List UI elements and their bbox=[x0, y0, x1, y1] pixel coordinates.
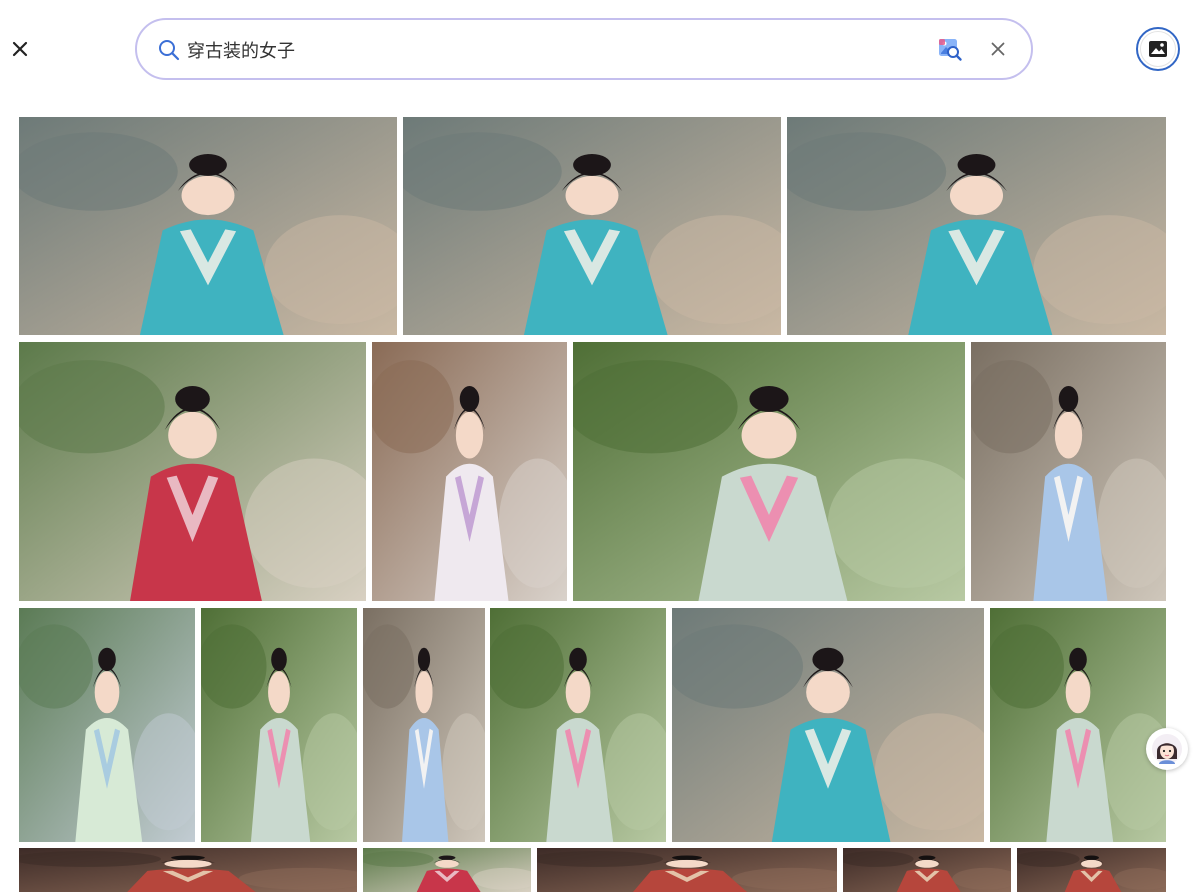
result-thumbnail bbox=[19, 342, 366, 601]
image-upload-inner bbox=[1140, 31, 1176, 67]
result-thumbnail bbox=[201, 608, 357, 842]
result-image[interactable] bbox=[971, 342, 1166, 601]
result-thumbnail bbox=[990, 608, 1166, 842]
search-box bbox=[135, 18, 1033, 80]
result-image[interactable] bbox=[573, 342, 965, 601]
result-thumbnail bbox=[573, 342, 965, 601]
result-image[interactable] bbox=[403, 117, 781, 335]
assistant-avatar-icon bbox=[1152, 734, 1182, 764]
close-icon bbox=[12, 41, 28, 57]
image-search-icon bbox=[939, 39, 962, 61]
result-thumbnail bbox=[672, 608, 984, 842]
clear-icon bbox=[991, 42, 1005, 56]
result-thumbnail bbox=[403, 117, 781, 335]
result-image[interactable] bbox=[363, 608, 485, 842]
clear-button[interactable] bbox=[985, 36, 1011, 62]
result-thumbnail bbox=[19, 117, 397, 335]
search-input[interactable] bbox=[187, 32, 907, 68]
result-thumbnail bbox=[19, 848, 357, 892]
result-thumbnail bbox=[537, 848, 837, 892]
result-image[interactable] bbox=[1017, 848, 1166, 892]
result-thumbnail bbox=[19, 608, 195, 842]
result-image[interactable] bbox=[19, 117, 397, 335]
result-thumbnail bbox=[1017, 848, 1166, 892]
result-image[interactable] bbox=[490, 608, 666, 842]
image-search-button[interactable] bbox=[937, 36, 963, 62]
result-image[interactable] bbox=[843, 848, 1011, 892]
result-thumbnail bbox=[363, 848, 531, 892]
result-thumbnail bbox=[490, 608, 666, 842]
result-image[interactable] bbox=[990, 608, 1166, 842]
result-thumbnail bbox=[372, 342, 567, 601]
result-image[interactable] bbox=[19, 848, 357, 892]
result-image[interactable] bbox=[19, 342, 366, 601]
result-image[interactable] bbox=[201, 608, 357, 842]
image-upload-button[interactable] bbox=[1136, 27, 1180, 71]
result-image[interactable] bbox=[363, 848, 531, 892]
result-thumbnail bbox=[843, 848, 1011, 892]
result-thumbnail bbox=[363, 608, 485, 842]
close-button[interactable] bbox=[6, 34, 34, 64]
result-thumbnail bbox=[971, 342, 1166, 601]
result-image[interactable] bbox=[787, 117, 1166, 335]
image-upload-icon bbox=[1149, 41, 1167, 57]
assistant-button[interactable] bbox=[1146, 728, 1188, 770]
result-image[interactable] bbox=[372, 342, 567, 601]
result-image[interactable] bbox=[672, 608, 984, 842]
search-icon bbox=[159, 40, 180, 61]
result-image[interactable] bbox=[19, 608, 195, 842]
result-thumbnail bbox=[787, 117, 1166, 335]
result-image[interactable] bbox=[537, 848, 837, 892]
